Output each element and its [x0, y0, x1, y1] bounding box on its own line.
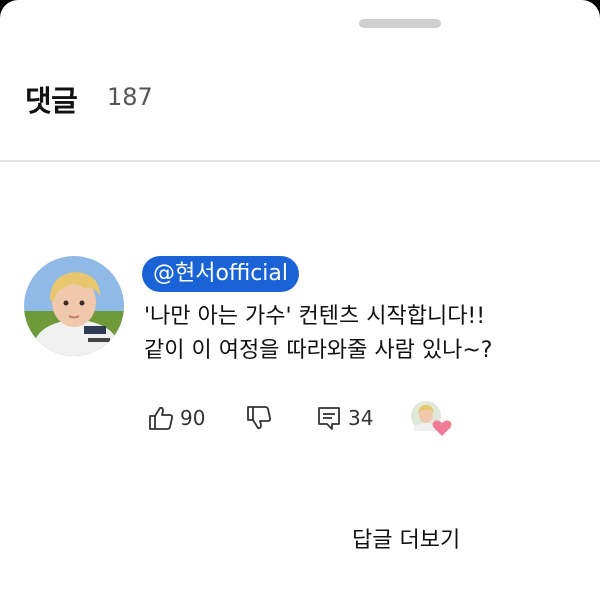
comments-sheet: 댓글 187 @현서official '나만 아는 가수' 컨텐츠 시작합니다!… — [0, 0, 600, 600]
creator-heart-icon — [411, 401, 452, 436]
thumbs-down-icon — [247, 406, 271, 430]
avatar[interactable] — [24, 256, 124, 356]
creator-heart-badge — [410, 399, 454, 439]
like-button[interactable]: 90 — [148, 398, 205, 438]
comment-actions: 90 34 — [148, 398, 468, 438]
comments-count: 187 — [107, 83, 153, 111]
header-divider — [0, 160, 600, 162]
avatar-image — [24, 256, 124, 356]
comment-text: '나만 아는 가수' 컨텐츠 시작합니다!! 같이 이 여정을 따라와줄 사람 … — [144, 300, 584, 368]
comment-line: 같이 이 여정을 따라와줄 사람 있나~? — [144, 338, 493, 363]
reply-comment-icon — [318, 407, 340, 430]
like-count: 90 — [180, 406, 206, 430]
comments-header: 댓글 187 — [0, 60, 600, 160]
author-name-chip[interactable]: @현서official — [142, 256, 300, 292]
dislike-button[interactable] — [246, 398, 272, 438]
comment-line: '나만 아는 가수' 컨텐츠 시작합니다!! — [144, 304, 486, 329]
reply-button[interactable]: 34 — [316, 398, 373, 438]
more-replies-link[interactable]: 답글 더보기 — [352, 522, 460, 554]
comments-title: 댓글 — [25, 84, 78, 118]
reply-count: 34 — [348, 406, 374, 430]
thumbs-up-icon — [149, 406, 173, 430]
drag-handle[interactable] — [359, 19, 441, 28]
